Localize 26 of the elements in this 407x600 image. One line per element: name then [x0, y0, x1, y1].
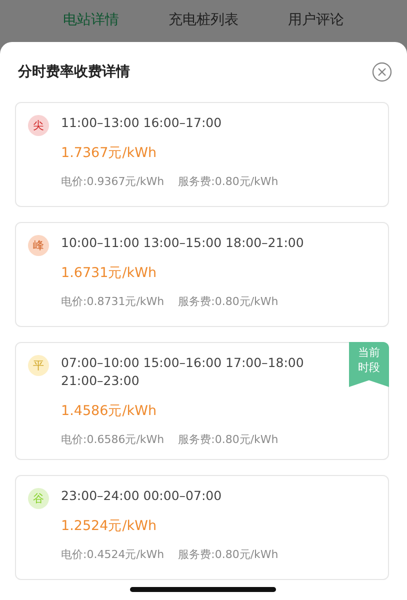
energy-price: 电价:0.6586元/kWh — [61, 432, 164, 447]
tier-tag: 尖 — [28, 115, 49, 136]
time-ranges: 11:00–13:00 16:00–17:00 — [61, 114, 223, 132]
tab[interactable]: 用户评论 — [288, 11, 344, 29]
energy-price: 电价:0.8731元/kWh — [61, 294, 164, 309]
time-ranges: 23:00–24:00 00:00–07:00 — [61, 487, 223, 505]
tier-tag: 平 — [28, 355, 49, 376]
time-ranges: 07:00–10:00 15:00–16:00 17:00–18:00 21:00–23:00 — [61, 354, 305, 390]
tab[interactable]: 电站详情 — [62, 11, 119, 29]
total-price: 1.6731元/kWh — [61, 264, 158, 282]
service-fee: 服务费:0.80元/kWh — [178, 547, 278, 562]
close-icon[interactable] — [372, 62, 392, 82]
total-price: 1.2524元/kWh — [61, 517, 158, 535]
service-fee: 服务费:0.80元/kWh — [178, 174, 278, 189]
current-period-ribbon: 当前时段 — [349, 342, 389, 387]
total-price: 1.7367元/kWh — [61, 144, 158, 162]
total-price: 1.4586元/kWh — [61, 402, 158, 420]
tab[interactable]: 充电桩列表 — [168, 11, 238, 29]
service-fee: 服务费:0.80元/kWh — [178, 432, 278, 447]
energy-price: 电价:0.4524元/kWh — [61, 547, 164, 562]
time-ranges: 10:00–11:00 13:00–15:00 18:00–21:00 — [61, 234, 304, 252]
tier-tag: 峰 — [28, 235, 49, 256]
sheet-title: 分时费率收费详情 — [18, 63, 130, 81]
service-fee: 服务费:0.80元/kWh — [178, 294, 278, 309]
tier-tag: 谷 — [28, 488, 49, 509]
energy-price: 电价:0.9367元/kWh — [61, 174, 164, 189]
